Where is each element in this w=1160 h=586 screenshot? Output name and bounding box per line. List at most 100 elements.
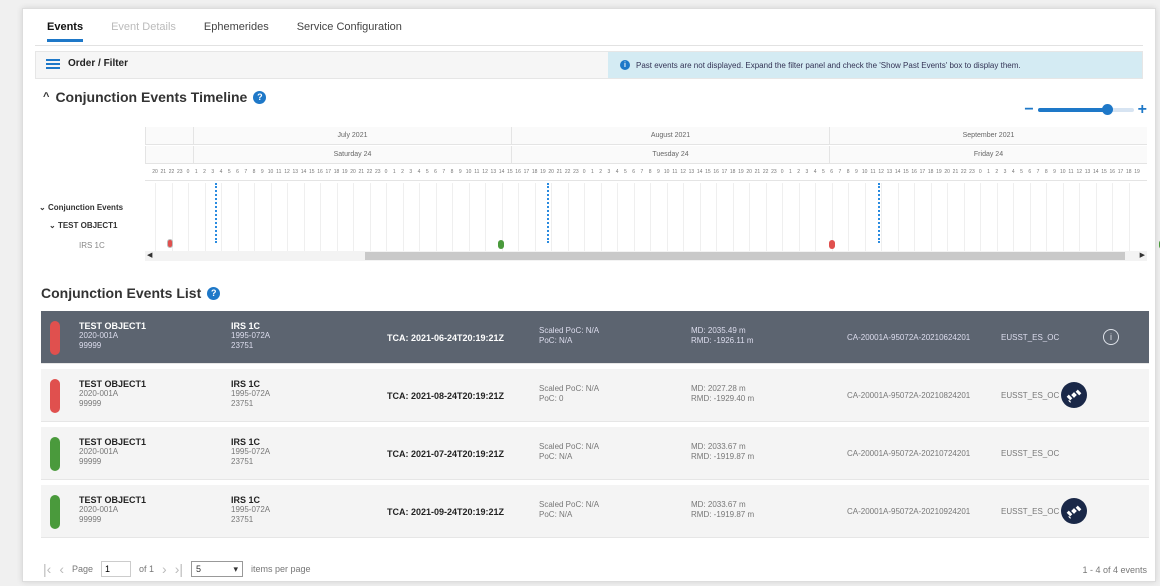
grid-line	[1013, 183, 1015, 253]
tab-event-details[interactable]: Event Details	[111, 21, 176, 42]
hour-tick-label: 13	[688, 169, 695, 175]
service-name: EUSST_ES_OC	[1001, 333, 1060, 342]
hour-tick-label: 5	[227, 169, 231, 175]
miss-distance: MD: 2035.49 m	[691, 326, 746, 335]
hour-tick-label: 13	[886, 169, 893, 175]
timeline-event-red[interactable]	[829, 240, 835, 249]
event-row[interactable]: TEST OBJECT1 2020-001A 99999 IRS 1C 1995-072…	[41, 427, 1149, 480]
page-input[interactable]	[101, 561, 132, 577]
tree-item-conjunction-events[interactable]: ⌄ Conjunction Events	[39, 203, 123, 212]
service-name: EUSST_ES_OC	[1001, 507, 1060, 516]
primary-object-name: TEST OBJECT1	[79, 437, 147, 447]
service-name: EUSST_ES_OC	[1001, 449, 1060, 458]
hour-tick-label: 13	[1084, 169, 1091, 175]
grid-line	[221, 183, 223, 253]
event-row[interactable]: TEST OBJECT1 2020-001A 99999 IRS 1C 1995-072…	[41, 369, 1149, 422]
timeline-month-marker	[878, 183, 880, 243]
hour-tick-label: 18	[927, 169, 934, 175]
zoom-slider[interactable]	[1037, 104, 1134, 115]
miss-distance: MD: 2033.67 m	[691, 500, 746, 509]
hour-tick-label: 19	[342, 169, 348, 175]
zoom-in-icon[interactable]: +	[1138, 102, 1147, 118]
hour-tick-label: 2	[797, 169, 801, 175]
grid-line	[864, 183, 866, 253]
grid-line	[1029, 183, 1031, 253]
events-list-title: Conjunction Events List ?	[41, 285, 221, 301]
help-icon[interactable]: ?	[207, 286, 221, 300]
scroll-right-icon[interactable]: ▶	[1140, 251, 1145, 259]
hour-tick-label: 8	[648, 169, 652, 175]
timeline-scrollbar[interactable]: ◀ ▶	[145, 251, 1147, 261]
satellite-icon[interactable]	[1061, 498, 1087, 524]
pagination: |‹ ‹ Page of 1 › ›| 5 ▾ items per page	[43, 561, 311, 577]
grid-line	[782, 183, 784, 253]
hour-tick-label: 18	[1125, 169, 1132, 175]
tree-item-irs-1c[interactable]: IRS 1C	[79, 241, 105, 250]
secondary-object-name: IRS 1C	[231, 437, 261, 447]
prev-page-icon[interactable]: ‹	[59, 561, 64, 577]
miss-distance-cell: MD: 2027.28 m RMD: -1929.40 m	[691, 384, 754, 404]
grid-line	[749, 183, 751, 253]
first-page-icon[interactable]: |‹	[43, 561, 51, 577]
timeline-event-red[interactable]	[167, 239, 173, 248]
last-page-icon[interactable]: ›|	[175, 561, 183, 577]
scaled-poc: Scaled PoC: N/A	[539, 384, 600, 393]
order-filter-button[interactable]: Order / Filter	[46, 58, 128, 69]
collapse-icon[interactable]: ^	[43, 91, 49, 103]
page-size-select[interactable]: 5 ▾	[191, 561, 244, 577]
hour-tick-label: 7	[838, 169, 842, 175]
hour-tick-label: 21	[358, 169, 365, 175]
timeline-hour-header: 20 21 22 23 0 1 2 3 4 5 6 7 8 9 10 11 12 13 14 15 16 17 18 19 20…	[145, 165, 1147, 181]
secondary-object-cell: IRS 1C 1995-072A 23751	[231, 495, 270, 525]
grid-line	[435, 183, 437, 253]
app-frame: Events Event Details Ephemerides Service…	[22, 8, 1160, 582]
hour-tick-label: 8	[1044, 169, 1048, 175]
tab-service-configuration[interactable]: Service Configuration	[297, 21, 402, 42]
satellite-icon[interactable]	[1061, 382, 1087, 408]
secondary-object-cell: IRS 1C 1995-072A 23751	[231, 379, 270, 409]
hour-tick-label: 15	[507, 169, 513, 175]
primary-object-id: 2020-001A	[79, 447, 119, 456]
grid-line	[254, 183, 256, 253]
grid-line	[699, 183, 701, 253]
help-icon[interactable]: ?	[253, 90, 267, 104]
next-page-icon[interactable]: ›	[162, 561, 167, 577]
info-icon[interactable]: i	[1103, 329, 1119, 345]
past-events-notice: i Past events are not displayed. Expand …	[608, 52, 1142, 78]
hour-tick-label: 6	[236, 169, 239, 175]
hour-tick-label: 5	[822, 169, 825, 175]
service-name: EUSST_ES_OC	[1001, 391, 1060, 400]
zoom-out-icon[interactable]: −	[1024, 102, 1033, 118]
secondary-object-cell: IRS 1C 1995-072A 23751	[231, 321, 270, 351]
hour-tick-label: 21	[754, 169, 761, 175]
grid-line	[386, 183, 388, 253]
hour-tick-label: 22	[960, 169, 967, 175]
day-label: Friday 24	[829, 146, 1147, 163]
hour-tick-label: 3	[409, 169, 413, 175]
grid-line	[287, 183, 289, 253]
day-label: Tuesday 24	[511, 146, 829, 163]
grid-line	[716, 183, 718, 253]
event-row[interactable]: TEST OBJECT1 2020-001A 99999 IRS 1C 1995-072…	[41, 311, 1149, 364]
tab-events[interactable]: Events	[47, 21, 84, 42]
tab-ephemerides[interactable]: Ephemerides	[204, 21, 269, 42]
secondary-object-number: 23751	[231, 457, 254, 466]
tree-item-test-object[interactable]: ⌄ TEST OBJECT1	[49, 221, 118, 230]
scrollbar-thumb[interactable]	[365, 252, 1125, 260]
chevron-down-icon: ⌄	[39, 203, 46, 212]
timeline-event-green[interactable]	[498, 240, 504, 249]
tca-value: TCA: 2021-06-24T20:19:21Z	[387, 333, 505, 343]
grid-line	[353, 183, 355, 253]
hour-tick-label: 22	[564, 169, 571, 175]
radial-miss-distance: RMD: -1919.87 m	[691, 510, 755, 519]
hour-tick-label: 3	[1003, 169, 1007, 175]
zoom-slider-handle[interactable]	[1101, 104, 1113, 115]
scroll-left-icon[interactable]: ◀	[147, 251, 152, 259]
event-row[interactable]: TEST OBJECT1 2020-001A 99999 IRS 1C 1995-072…	[41, 485, 1149, 538]
miss-distance: MD: 2027.28 m	[691, 384, 746, 393]
tab-divider	[35, 45, 1143, 46]
poc-cell: Scaled PoC: N/A PoC: N/A	[539, 326, 599, 346]
status-indicator	[50, 495, 60, 529]
hour-tick-label: 15	[705, 169, 711, 175]
radial-miss-distance: RMD: -1929.40 m	[691, 394, 755, 403]
